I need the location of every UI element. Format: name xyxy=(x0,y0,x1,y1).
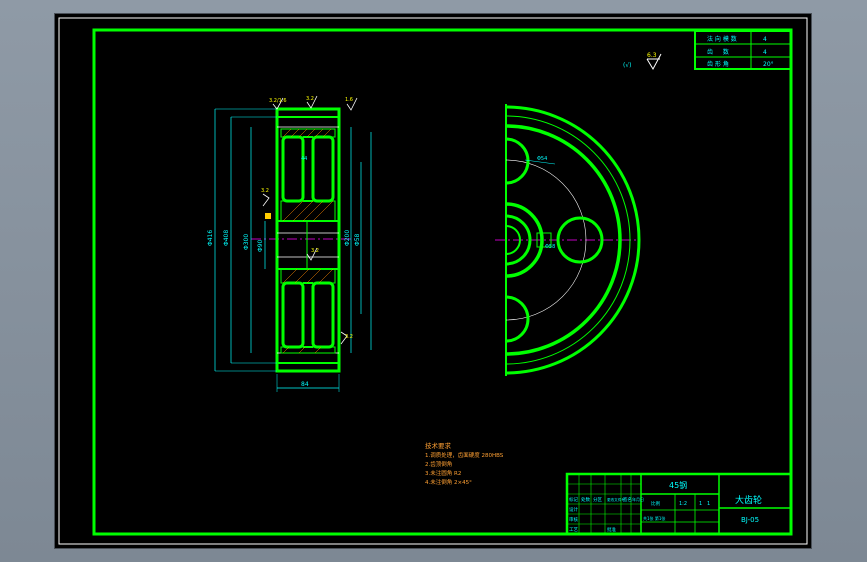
dim-outer-dia: Φ416 xyxy=(207,230,214,246)
svg-text:3.2/1.6: 3.2/1.6 xyxy=(269,98,287,104)
svg-text:3.2: 3.2 xyxy=(261,188,269,194)
cell-small-2: 1 xyxy=(707,501,710,507)
dim-root-dia: Φ408 xyxy=(223,230,230,246)
material-label: 45钢 xyxy=(669,480,687,490)
rev-label-3: 分区 xyxy=(593,496,602,503)
drawing-viewport[interactable]: 法 向 模 数 4 齿 数 4 齿 形 角 20° 6.3 (√) Φ416 Φ… xyxy=(55,14,811,548)
rev-label-1: 标记 xyxy=(569,496,578,503)
roughness-symbol-general: 6.3 (√) xyxy=(623,52,662,71)
role-review: 审核 xyxy=(569,516,578,523)
scale-value: 1:2 xyxy=(679,501,687,507)
dim-rim-inner: Φ300 xyxy=(243,234,250,250)
role-process: 工艺 xyxy=(569,527,578,533)
cell-small-1: 1 xyxy=(699,501,702,507)
roughness-top-right: 1.6 xyxy=(345,97,358,111)
table-row-2-label: 齿 数 xyxy=(707,48,729,56)
tech-note-3: 3.未注圆角 R2 xyxy=(425,469,461,477)
tech-notes-title: 技术要求 xyxy=(425,441,452,450)
roughness-top-mid: 3.2 xyxy=(306,95,318,109)
datum-marker xyxy=(265,213,271,219)
rev-label-2: 处数 xyxy=(581,496,590,503)
roughness-general-value: 6.3 xyxy=(647,52,657,59)
dim-hole-circle: Φ200 xyxy=(344,230,351,246)
part-name: 大齿轮 xyxy=(735,494,762,506)
svg-text:3.2: 3.2 xyxy=(306,96,314,102)
gear-rim-outline xyxy=(275,107,341,373)
dim-hub: Φ90 xyxy=(257,239,264,252)
scale-label: 比例 xyxy=(651,500,660,507)
tech-note-1: 1.调质处理，齿面硬度 280HBS xyxy=(425,451,504,459)
roughness-left-mid: 3.2 xyxy=(261,188,270,207)
sheet-info: 共1张 第1张 xyxy=(643,515,665,521)
role-approve: 批准 xyxy=(607,526,616,533)
dim-width: 84 xyxy=(301,381,309,388)
drawing-number: BJ-05 xyxy=(741,516,759,524)
svg-text:3.2: 3.2 xyxy=(311,248,319,254)
table-row-3-value: 20° xyxy=(763,61,774,68)
dim-bore: Φ58 xyxy=(354,233,361,246)
roughness-hub: 3.2 xyxy=(306,247,319,261)
table-row-1-label: 法 向 模 数 xyxy=(707,35,737,43)
corner-parameter-table: 法 向 模 数 4 齿 数 4 齿 形 角 20° xyxy=(694,30,792,70)
tech-note-2: 2.齿顶倒角 xyxy=(425,460,452,468)
dim-hole-dia: Φ54 xyxy=(537,156,547,162)
technical-requirements: 技术要求 1.调质处理，齿面硬度 280HBS 2.齿顶倒角 3.未注圆角 R2… xyxy=(425,441,504,486)
tech-note-4: 4.未注倒角 2×45° xyxy=(425,478,472,486)
rev-label-6: 年月日 xyxy=(632,496,644,502)
cad-drawing-sheet: 法 向 模 数 4 齿 数 4 齿 形 角 20° 6.3 (√) Φ416 Φ… xyxy=(58,17,808,545)
rev-label-5: 签名 xyxy=(623,496,632,503)
table-row-3-label: 齿 形 角 xyxy=(707,60,729,68)
gear-section-view: Φ416 Φ408 Φ300 Φ90 Φ200 Φ58 84 44 3.2/1.… xyxy=(207,95,372,392)
svg-text:1.6: 1.6 xyxy=(345,97,353,103)
roughness-other-label: (√) xyxy=(623,62,632,69)
roughness-top-left: 3.2/1.6 xyxy=(269,97,287,110)
svg-text:3.2: 3.2 xyxy=(345,334,353,340)
gear-half-end-view: Φ54 Φ58 xyxy=(495,104,641,376)
title-block: 标记 处数 分区 更改文件号 签名 年月日 设计 审核 工艺 批准 45钢 大齿… xyxy=(565,472,793,536)
table-row-1-value: 4 xyxy=(763,36,767,43)
dim-bore-end: Φ58 xyxy=(545,244,555,250)
role-design: 设计 xyxy=(569,506,578,513)
dim-face: 44 xyxy=(301,156,307,162)
table-row-2-value: 4 xyxy=(763,49,767,56)
